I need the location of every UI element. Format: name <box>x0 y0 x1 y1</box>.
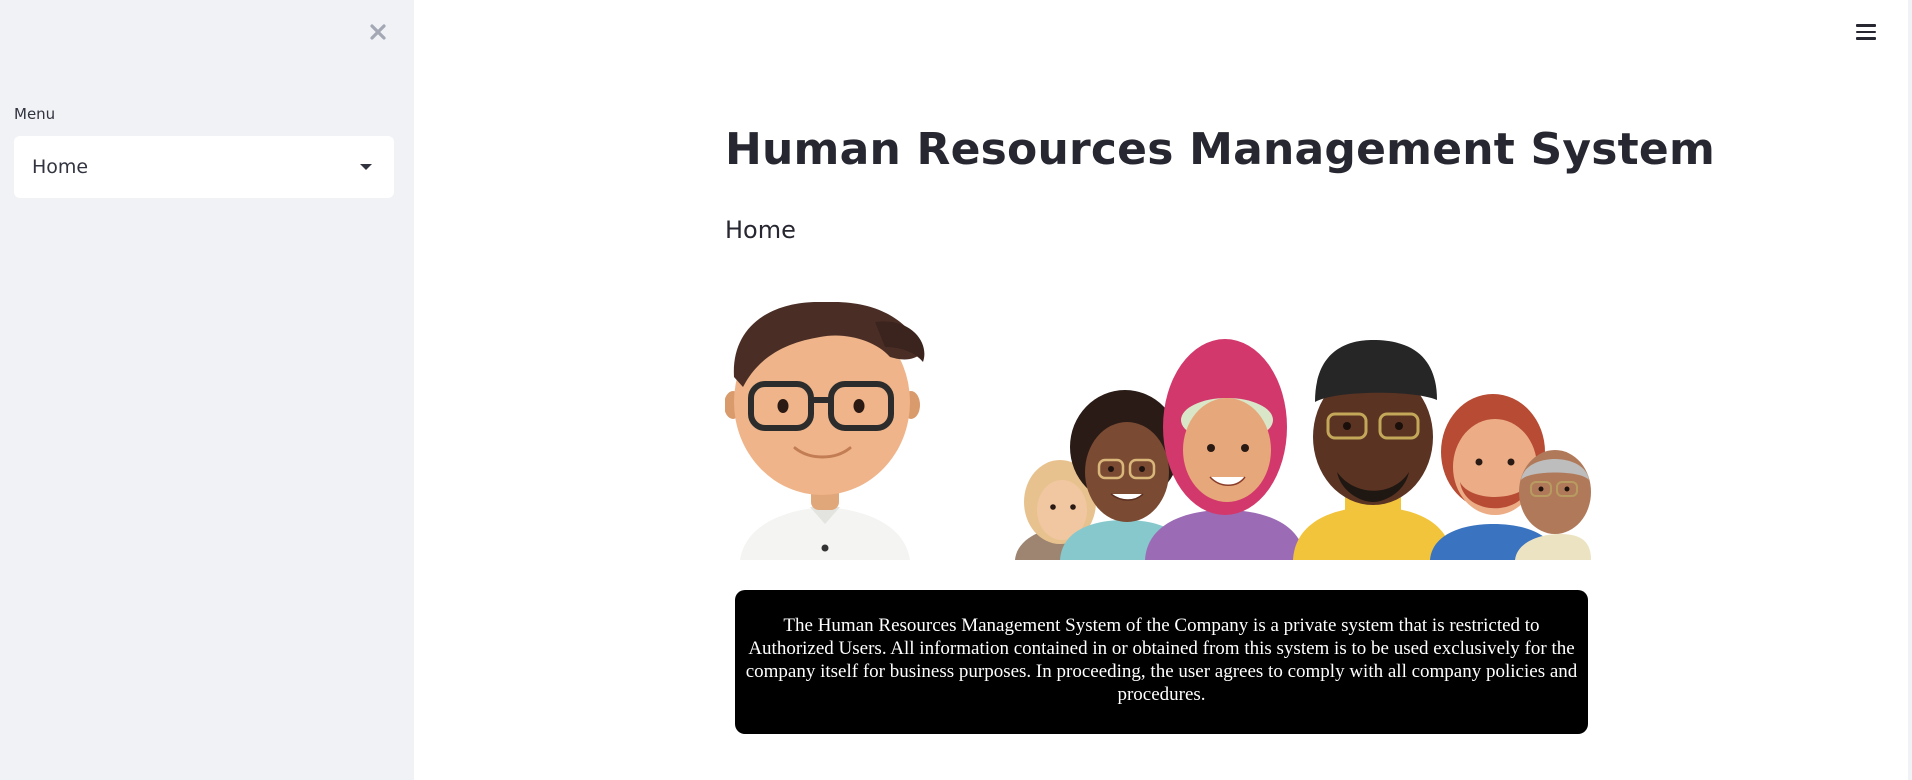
avatar-main-figure <box>725 302 925 560</box>
close-sidebar-button[interactable] <box>364 18 392 46</box>
app-window: Menu Home Human Resources Management Sys… <box>0 0 1912 780</box>
menu-select-value: Home <box>32 156 89 178</box>
menu-label: Menu <box>14 105 56 123</box>
hamburger-menu-icon[interactable] <box>1856 22 1876 42</box>
menu-select[interactable]: Home <box>14 136 394 198</box>
page-subtitle: Home <box>725 216 796 244</box>
notice-text: The Human Resources Management System of… <box>745 615 1578 705</box>
notice-box: The Human Resources Management System of… <box>735 590 1588 734</box>
main-content: Human Resources Management System Home T… <box>414 0 1912 780</box>
hero-image <box>725 302 1591 560</box>
scrollbar-track[interactable] <box>1908 0 1912 780</box>
close-icon <box>370 24 386 40</box>
page-title: Human Resources Management System <box>725 124 1716 175</box>
avatar-group <box>1015 339 1591 560</box>
sidebar: Menu Home <box>0 0 414 780</box>
caret-down-icon <box>360 164 372 170</box>
